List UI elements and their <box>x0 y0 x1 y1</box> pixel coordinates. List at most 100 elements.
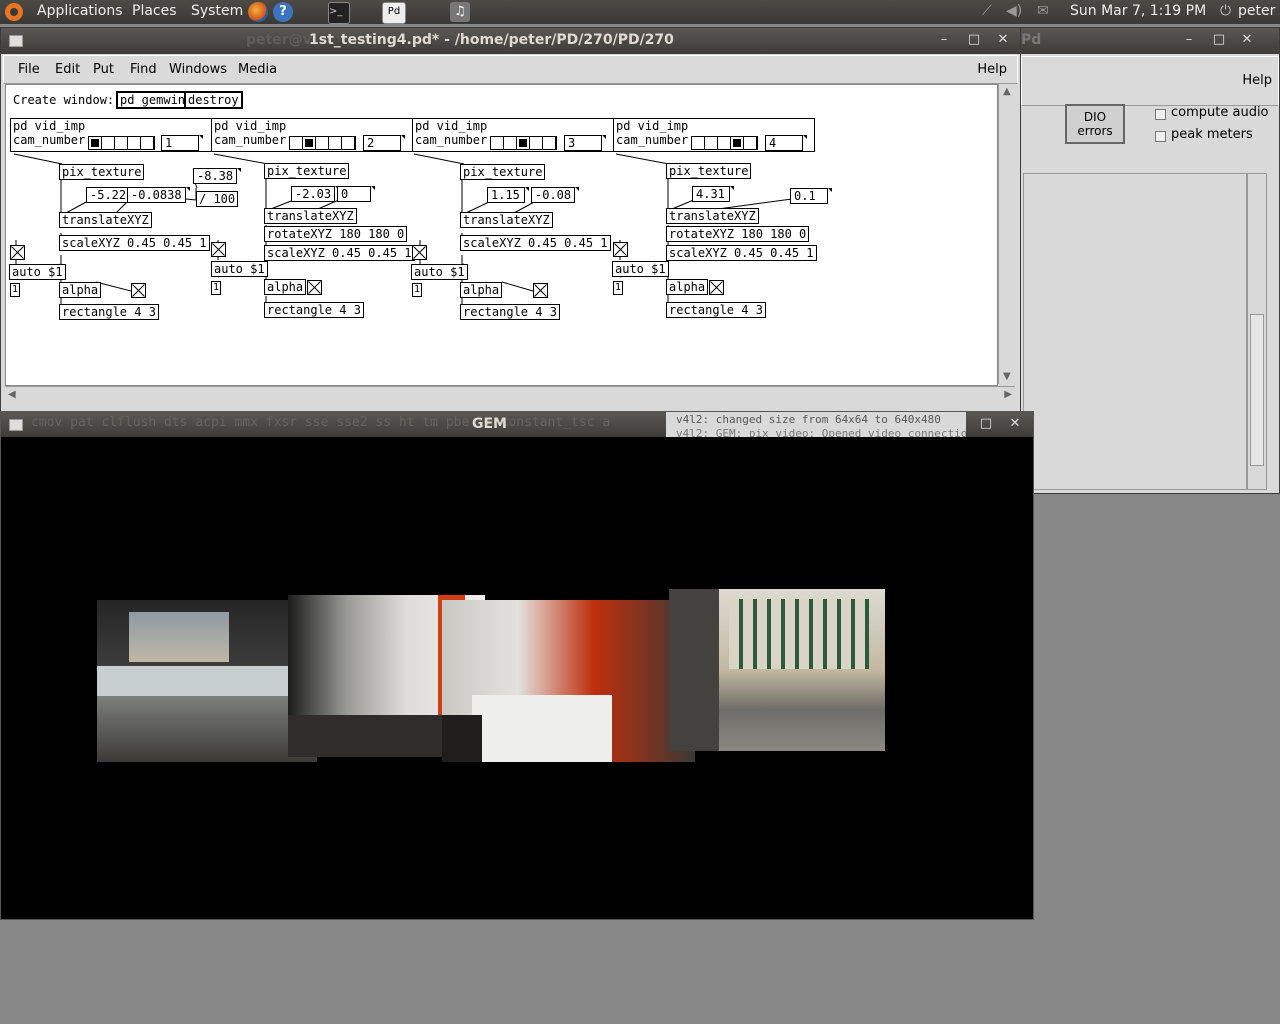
menu-put[interactable]: Put <box>93 62 114 77</box>
pix-texture-3[interactable]: pix_texture <box>460 164 546 180</box>
rectangle-4[interactable]: rectangle 4 3 <box>666 302 766 318</box>
bang-number-2[interactable]: 1 <box>211 281 221 295</box>
auto-message-3[interactable]: auto $1 <box>411 264 468 280</box>
auto-message-2[interactable]: auto $1 <box>211 261 268 277</box>
cam-number-box-3[interactable]: 3 <box>564 135 606 151</box>
pd-console[interactable] <box>1023 173 1247 490</box>
translatexyz-1[interactable]: translateXYZ <box>59 212 152 228</box>
scroll-up-icon[interactable]: ▲ <box>1003 86 1011 97</box>
bang-number-3[interactable]: 1 <box>412 283 422 297</box>
rectangle-1[interactable]: rectangle 4 3 <box>59 304 159 320</box>
scroll-left-icon[interactable]: ◀ <box>8 389 16 400</box>
minimize-icon[interactable]: – <box>936 32 952 48</box>
patch-vertical-scrollbar[interactable]: ▲ ▼ <box>998 84 1016 384</box>
rotatexyz-2[interactable]: rotateXYZ 180 180 0 <box>264 226 408 242</box>
close-icon[interactable]: ✕ <box>1239 32 1255 48</box>
gemwin-message[interactable]: pd gemwin <box>116 91 190 109</box>
minimize-icon[interactable]: – <box>1181 32 1197 48</box>
scalexyz-1[interactable]: scaleXYZ 0.45 0.45 1 <box>59 235 210 251</box>
translate-y-number-3[interactable]: -0.08 <box>531 187 580 203</box>
console-scrollbar[interactable] <box>1247 173 1267 490</box>
alpha-toggle-1[interactable] <box>131 283 146 298</box>
menu-help[interactable]: Help <box>977 62 1007 77</box>
camera-radio-1[interactable] <box>88 136 155 150</box>
gem-render-area[interactable] <box>5 438 1029 916</box>
close-icon[interactable]: ✕ <box>995 32 1011 48</box>
camera-radio-3[interactable] <box>490 136 557 150</box>
patch-canvas[interactable]: Create window: pd gemwin destroy pd vid_… <box>5 84 998 386</box>
console-scroll-thumb[interactable] <box>1250 314 1264 466</box>
pd-main-help-menu[interactable]: Help <box>1242 73 1272 88</box>
applications-menu[interactable]: Applications <box>37 0 123 24</box>
alpha-3[interactable]: alpha <box>460 282 503 298</box>
terminal-icon[interactable]: >_ <box>328 2 350 24</box>
alpha-2[interactable]: alpha <box>264 279 307 295</box>
auto-message-1[interactable]: auto $1 <box>9 264 66 280</box>
cam-number-box-2[interactable]: 2 <box>363 135 405 151</box>
pd-task-icon[interactable]: Pd <box>382 2 406 24</box>
auto-message-4[interactable]: auto $1 <box>612 261 669 277</box>
scalexyz-2[interactable]: scaleXYZ 0.45 0.45 1 <box>264 245 415 261</box>
menu-edit[interactable]: Edit <box>55 62 80 77</box>
destroy-message[interactable]: destroy <box>184 91 243 109</box>
alpha-4[interactable]: alpha <box>666 279 709 295</box>
toggle-4[interactable] <box>613 242 628 257</box>
power-icon[interactable]: ⏻ <box>1220 0 1231 24</box>
rectangle-2[interactable]: rectangle 4 3 <box>264 302 364 318</box>
bang-number-4[interactable]: 1 <box>613 281 623 295</box>
window-menu-icon[interactable] <box>9 419 23 431</box>
scroll-right-icon[interactable]: ▶ <box>1004 389 1012 400</box>
toggle-2[interactable] <box>211 242 226 257</box>
pix-texture-4[interactable]: pix_texture <box>666 163 752 179</box>
alpha-toggle-2[interactable] <box>307 280 322 295</box>
alpha-toggle-3[interactable] <box>533 283 548 298</box>
cam-number-box-4[interactable]: 4 <box>765 135 807 151</box>
rectangle-3[interactable]: rectangle 4 3 <box>460 304 560 320</box>
scalexyz-3[interactable]: scaleXYZ 0.45 0.45 1 <box>460 235 611 251</box>
divide-object-1[interactable]: / 100 <box>196 191 239 207</box>
system-menu[interactable]: System <box>191 0 243 24</box>
window-menu-icon[interactable] <box>9 35 23 47</box>
scroll-down-icon[interactable]: ▼ <box>1003 371 1011 382</box>
translatexyz-3[interactable]: translateXYZ <box>460 212 553 228</box>
translate-y-number-4[interactable]: 0.1 <box>790 188 832 204</box>
toggle-1[interactable] <box>10 245 25 260</box>
help-icon[interactable]: ? <box>273 2 293 22</box>
maximize-icon[interactable]: □ <box>978 416 994 432</box>
bang-number-1[interactable]: 1 <box>10 283 20 297</box>
user-name[interactable]: peter <box>1238 0 1275 24</box>
network-icon[interactable]: ⟋ <box>982 0 992 24</box>
close-icon[interactable]: ✕ <box>1007 416 1023 432</box>
ubuntu-logo-icon[interactable] <box>5 3 23 21</box>
places-menu[interactable]: Places <box>132 0 177 24</box>
numbox-extra1-1[interactable]: -8.38 <box>193 168 242 184</box>
alpha-1[interactable]: alpha <box>59 282 102 298</box>
cam-number-box-1[interactable]: 1 <box>161 135 203 151</box>
patch-horizontal-scrollbar[interactable]: ◀ ▶ <box>5 386 1015 403</box>
translate-x-number-2[interactable]: -2.03 <box>291 186 340 202</box>
translate-x-number-3[interactable]: 1.15 <box>487 187 529 203</box>
peak-meters-checkbox[interactable] <box>1155 131 1166 142</box>
clock[interactable]: Sun Mar 7, 1:19 PM <box>1070 0 1206 24</box>
toggle-3[interactable] <box>412 245 427 260</box>
menu-windows[interactable]: Windows <box>169 62 227 77</box>
firefox-icon[interactable] <box>248 2 268 22</box>
translate-y-number-2[interactable]: 0 <box>337 186 375 202</box>
menu-media[interactable]: Media <box>238 62 277 77</box>
maximize-icon[interactable]: □ <box>966 32 982 48</box>
pix-texture-1[interactable]: pix_texture <box>59 164 145 180</box>
music-icon[interactable]: ♫ <box>450 2 470 22</box>
translatexyz-2[interactable]: translateXYZ <box>264 208 357 224</box>
translate-y-number-1[interactable]: -0.0838 <box>127 187 190 203</box>
volume-icon[interactable]: ◀) <box>1006 0 1022 24</box>
menu-find[interactable]: Find <box>130 62 157 77</box>
scalexyz-4[interactable]: scaleXYZ 0.45 0.45 1 <box>666 245 817 261</box>
menu-file[interactable]: File <box>18 62 40 77</box>
rotatexyz-4[interactable]: rotateXYZ 180 180 0 <box>666 226 810 242</box>
translatexyz-4[interactable]: translateXYZ <box>666 208 759 224</box>
camera-radio-2[interactable] <box>289 136 356 150</box>
dio-errors-button[interactable]: DIO errors <box>1065 104 1125 144</box>
mail-icon[interactable]: ✉ <box>1037 0 1049 24</box>
camera-radio-4[interactable] <box>691 136 758 150</box>
translate-x-number-4[interactable]: 4.31 <box>692 186 734 202</box>
